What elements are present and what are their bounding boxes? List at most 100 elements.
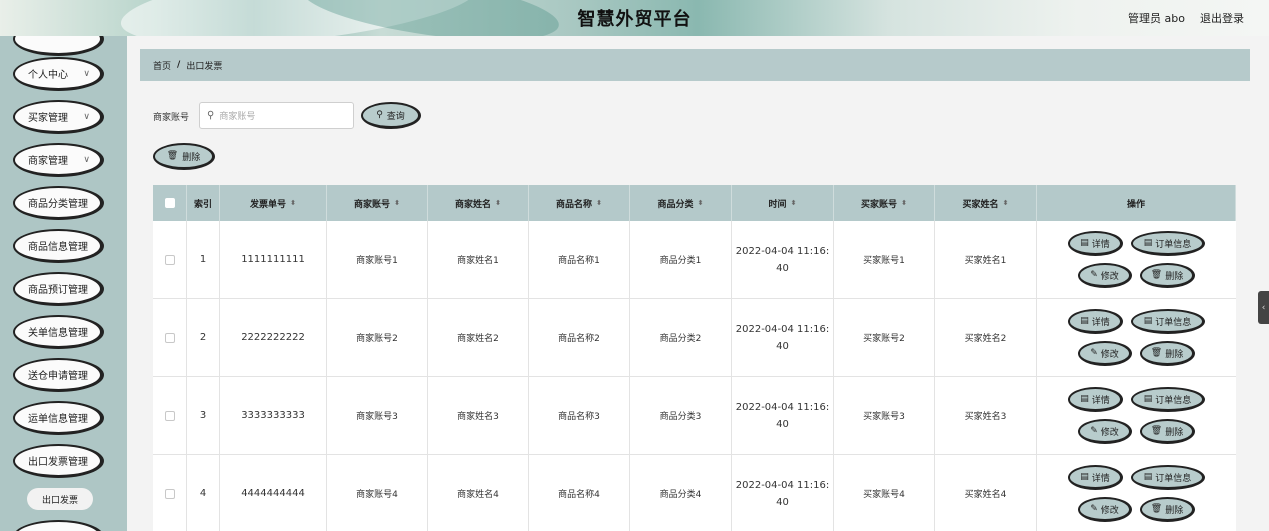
- delete-button[interactable]: 🗑︎ 删除: [1140, 497, 1195, 522]
- sidebar-item[interactable]: [13, 36, 104, 56]
- delete-button[interactable]: 🗑︎ 删除: [1140, 263, 1195, 288]
- sidebar-item[interactable]: 商品信息管理: [13, 229, 104, 263]
- table-row: 1 1111111111 商家账号1 商家姓名1 商品名称1 商品分类1 2022-04-0…: [153, 221, 1236, 299]
- column-header[interactable]: 商家姓名 ⬍: [428, 185, 529, 221]
- delete-button-label: 删除: [1165, 427, 1184, 438]
- column-header-label: 买家账号: [861, 199, 898, 210]
- detail-button[interactable]: ▤ 详情: [1068, 465, 1123, 490]
- cell-text: 2222222222: [241, 332, 305, 343]
- cell-merchant-account: 商家账号4: [327, 455, 428, 531]
- sort-icon[interactable]: ⬍: [1003, 199, 1009, 207]
- chevron-left-icon[interactable]: ‹: [1258, 291, 1269, 324]
- sort-icon[interactable]: ⬍: [290, 199, 296, 207]
- query-button[interactable]: ⚲ 查询: [361, 102, 421, 129]
- actions-cell: ▤ 详情 ▤ 订单信息 ✎ 修改 🗑︎ 删除: [1037, 221, 1236, 298]
- row-checkbox[interactable]: [164, 410, 175, 421]
- document-icon: ▤: [1143, 316, 1153, 326]
- search-input[interactable]: ⚲ 商家账号: [199, 102, 354, 129]
- column-header[interactable]: 商品分类 ⬍: [630, 185, 732, 221]
- sidebar-item[interactable]: 商品预订管理: [13, 272, 104, 306]
- cell-text: 商家姓名3: [457, 412, 499, 422]
- sidebar-item[interactable]: 送仓申请管理: [13, 358, 104, 392]
- column-header-label: 索引: [193, 199, 212, 210]
- batch-delete-label: 删除: [182, 152, 201, 163]
- sort-icon[interactable]: ⬍: [394, 199, 400, 207]
- column-header[interactable]: 时间 ⬍: [732, 185, 834, 221]
- sort-icon[interactable]: ⬍: [901, 199, 907, 207]
- detail-button[interactable]: ▤ 详情: [1068, 387, 1123, 412]
- edit-button[interactable]: ✎ 修改: [1078, 497, 1132, 522]
- order-info-button[interactable]: ▤ 订单信息: [1131, 387, 1205, 412]
- cell-text: 买家姓名1: [964, 256, 1007, 266]
- edit-button[interactable]: ✎ 修改: [1078, 341, 1132, 366]
- cell-text: 买家姓名2: [964, 334, 1007, 344]
- cell-merchant-name: 商家姓名2: [428, 299, 529, 376]
- sidebar-item[interactable]: 商品分类管理: [13, 186, 104, 220]
- cell-time: 2022-04-04 11:16:40: [732, 377, 834, 454]
- order-info-button[interactable]: ▤ 订单信息: [1131, 309, 1205, 334]
- sidebar-item-label: 商品信息管理: [28, 242, 88, 253]
- cell-invoice-no: 4444444444: [220, 455, 327, 531]
- cell-text: 商品分类1: [659, 256, 702, 266]
- sort-icon[interactable]: ⬍: [495, 199, 501, 207]
- cell-text: 1: [199, 254, 207, 265]
- sidebar-item[interactable]: 运单信息管理: [13, 401, 104, 435]
- row-checkbox[interactable]: [164, 254, 175, 265]
- sort-icon[interactable]: ⬍: [791, 199, 797, 207]
- chevron-down-icon: ∨: [83, 69, 90, 79]
- invoice-table: 索引 发票单号 ⬍ 商家账号 ⬍ 商家姓名 ⬍ 商品名称 ⬍ 商品分类 ⬍ 时间 ⬍ 买家账号 ⬍ 买家姓名 ⬍…: [153, 185, 1236, 531]
- sort-icon[interactable]: ⬍: [596, 199, 602, 207]
- cell-text: 商家账号1: [356, 256, 398, 266]
- column-header: 索引: [187, 185, 220, 221]
- detail-button-label: 详情: [1091, 395, 1110, 406]
- sidebar-item[interactable]: 商家管理 ∨: [13, 143, 104, 177]
- delete-button[interactable]: 🗑︎ 删除: [1140, 341, 1195, 366]
- row-checkbox[interactable]: [164, 332, 175, 343]
- detail-button[interactable]: ▤ 详情: [1068, 309, 1123, 334]
- cell-time: 2022-04-04 11:16:40: [732, 455, 834, 531]
- sidebar-item[interactable]: [13, 520, 104, 531]
- document-icon: ▤: [1143, 238, 1153, 248]
- delete-button-label: 删除: [1165, 271, 1184, 282]
- cell-time: 2022-04-04 11:16:40: [732, 221, 834, 298]
- column-header[interactable]: 商家账号 ⬍: [327, 185, 428, 221]
- order-info-button[interactable]: ▤ 订单信息: [1131, 465, 1205, 490]
- delete-button[interactable]: 🗑︎ 删除: [1140, 419, 1195, 444]
- batch-delete-button[interactable]: 🗑︎ 删除: [153, 143, 215, 170]
- sidebar-item[interactable]: 出口发票管理: [13, 444, 104, 478]
- trash-icon: 🗑︎: [1150, 426, 1163, 436]
- sidebar-item[interactable]: 个人中心 ∨: [13, 57, 104, 91]
- detail-button[interactable]: ▤ 详情: [1068, 231, 1123, 256]
- cell-text: 2: [199, 332, 207, 343]
- cell-buyer-account: 买家账号4: [834, 455, 935, 531]
- column-header[interactable]: 发票单号 ⬍: [220, 185, 327, 221]
- breadcrumb-home[interactable]: 首页: [153, 59, 171, 72]
- cell-merchant-account: 商家账号2: [327, 299, 428, 376]
- cell-index: 4: [187, 455, 220, 531]
- cell-product-category: 商品分类3: [630, 377, 732, 454]
- delete-button-label: 删除: [1165, 349, 1184, 360]
- column-header[interactable]: 买家姓名 ⬍: [935, 185, 1037, 221]
- row-select-cell: [153, 299, 187, 376]
- search-icon: ⚲: [207, 110, 215, 121]
- cell-text: 商品名称4: [558, 490, 600, 500]
- sort-icon[interactable]: ⬍: [698, 199, 704, 207]
- order-info-button[interactable]: ▤ 订单信息: [1131, 231, 1205, 256]
- select-all-checkbox[interactable]: [164, 198, 175, 208]
- column-header-label: 操作: [1126, 199, 1145, 210]
- sidebar-item[interactable]: 关单信息管理: [13, 315, 104, 349]
- breadcrumb-separator: /: [177, 60, 181, 70]
- cell-text: 商品名称2: [558, 334, 600, 344]
- table-row: 3 3333333333 商家账号3 商家姓名3 商品名称3 商品分类3 2022-04-0…: [153, 377, 1236, 455]
- sidebar-item[interactable]: 买家管理 ∨: [13, 100, 104, 134]
- cell-time: 2022-04-04 11:16:40: [732, 299, 834, 376]
- table-row: 2 2222222222 商家账号2 商家姓名2 商品名称2 商品分类2 2022-04-0…: [153, 299, 1236, 377]
- column-header[interactable]: 买家账号 ⬍: [834, 185, 935, 221]
- edit-button[interactable]: ✎ 修改: [1078, 419, 1132, 444]
- edit-button[interactable]: ✎ 修改: [1078, 263, 1132, 288]
- row-checkbox[interactable]: [164, 488, 175, 499]
- breadcrumb: 首页 / 出口发票: [140, 49, 1250, 81]
- sidebar-subitem-invoice[interactable]: 出口发票: [27, 488, 93, 510]
- logout-link[interactable]: 退出登录: [1200, 10, 1244, 26]
- column-header[interactable]: 商品名称 ⬍: [529, 185, 630, 221]
